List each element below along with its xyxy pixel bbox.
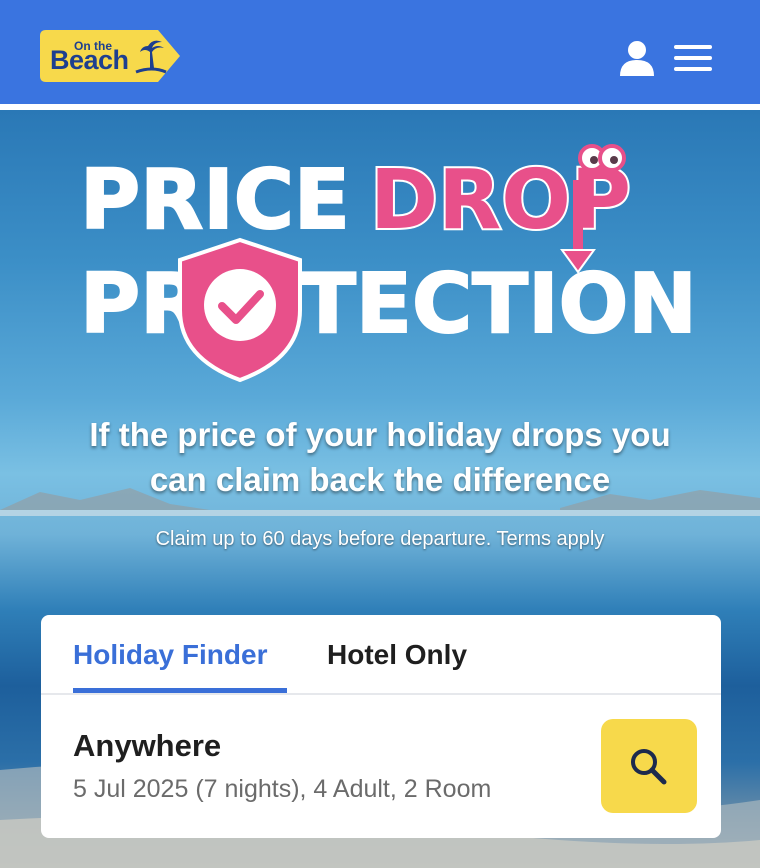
tabs-divider (41, 693, 721, 695)
price-drop-protection-headline: PRICE DROP PR TECTION (79, 144, 698, 383)
tab-hotel-only[interactable]: Hotel Only (327, 639, 467, 671)
hero-line-1: If the price of your holiday drops you (89, 416, 671, 453)
logo-main-text: Beach (50, 45, 129, 75)
hero-line-2: can claim back the difference (149, 461, 611, 498)
headline-tection: TECTION (300, 257, 697, 352)
user-icon[interactable] (618, 40, 656, 76)
search-icon (631, 749, 667, 785)
on-the-beach-logo[interactable]: On the Beach (40, 26, 180, 86)
tab-holiday-finder[interactable]: Holiday Finder (73, 639, 267, 671)
hamburger-menu-icon[interactable] (674, 45, 712, 71)
search-button[interactable] (601, 719, 697, 813)
site-header: On the Beach (0, 0, 760, 104)
hero-small-print: Claim up to 60 days before departure. Te… (155, 528, 605, 550)
destination-summary[interactable]: Anywhere (73, 728, 221, 764)
shield-check-icon (178, 237, 302, 383)
headline-price: PRICE (80, 153, 350, 248)
trip-details-summary[interactable]: 5 Jul 2025 (7 nights), 4 Adult, 2 Room (73, 775, 491, 804)
search-card: Holiday Finder Hotel Only Anywhere 5 Jul… (41, 615, 721, 838)
